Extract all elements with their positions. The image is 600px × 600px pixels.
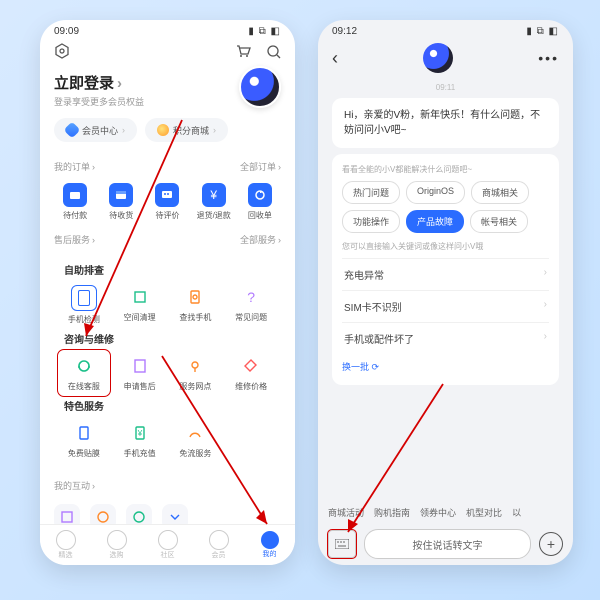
topic-chip[interactable]: 产品故障 (406, 210, 464, 233)
special-group: 特色服务 (64, 398, 277, 413)
orders-section: 我的订单全部订单 待付款 待收货 待评价 ¥退货/退款 回收单 (40, 160, 295, 225)
bot-avatar[interactable] (423, 43, 453, 73)
phone-right: 09:12 ▮ ⧉ ◧ ‹ ••• 09:11 Hi，亲爱的V粉，新年快乐！有什… (318, 20, 573, 565)
pill-points[interactable]: 积分商城› (145, 118, 228, 142)
repair-price[interactable]: 维修价格 (225, 350, 277, 396)
list-tip: 您可以直接输入关键词或像这样问小V哦 (342, 241, 549, 252)
chat-timestamp: 09:11 (318, 83, 573, 92)
faq-item[interactable]: SIM卡不识别 (342, 290, 549, 322)
orders-row: 待付款 待收货 待评价 ¥退货/退款 回收单 (54, 179, 281, 225)
more-icon[interactable]: ••• (538, 50, 559, 66)
greeting-bubble: Hi，亲爱的V粉，新年快乐！有什么问题，不妨问问小V吧~ (332, 98, 559, 148)
chat-header: ‹ ••• (318, 39, 573, 79)
back-icon[interactable]: ‹ (332, 48, 338, 69)
topic-chip[interactable]: 热门问题 (342, 181, 400, 204)
after-section: 售后服务全部服务 自助排查 手机检测 空间清理 查找手机 ?常见问题 咨询与维修… (40, 233, 295, 471)
status-bar: 09:12 ▮ ⧉ ◧ (318, 20, 573, 39)
chip-row: 热门问题 OriginOS 商城相关功能操作产品故障帐号相关 (342, 181, 549, 233)
status-time: 09:12 (332, 26, 357, 37)
orders-more[interactable]: 全部订单 (240, 160, 281, 173)
add-icon[interactable]: + (539, 532, 563, 556)
tab-mine[interactable]: 我的 (244, 525, 295, 565)
after-panel: 自助排查 手机检测 空间清理 查找手机 ?常见问题 咨询与维修 在线客服 申请售… (54, 252, 281, 471)
order-pay[interactable]: 待付款 (54, 179, 96, 225)
scan-icon[interactable] (265, 46, 281, 63)
settings-icon[interactable] (54, 43, 70, 64)
topic-chip[interactable]: 商城相关 (471, 181, 529, 204)
quick-chip[interactable]: 购机指南 (374, 506, 410, 519)
topic-chip[interactable]: 功能操作 (342, 210, 400, 233)
tab-bar: 精选 选购 社区 会员 我的 (40, 524, 295, 565)
order-ship[interactable]: 待收货 (100, 179, 142, 225)
tab-shop[interactable]: 选购 (91, 525, 142, 565)
repair-group: 咨询与维修 (64, 331, 277, 346)
order-recycle[interactable]: 回收单 (239, 179, 281, 225)
quick-chip[interactable]: 以 (512, 506, 521, 519)
status-bar: 09:09 ▮ ⧉ ◧ (40, 20, 295, 39)
quick-chip[interactable]: 机型对比 (466, 506, 502, 519)
svg-text:¥: ¥ (136, 429, 142, 438)
card-tip: 看看全能的小V都能解决什么问题吧~ (342, 164, 549, 175)
login-block[interactable]: 立即登录 登录享受更多会员权益 (40, 72, 295, 108)
order-review[interactable]: 待评价 (146, 179, 188, 225)
self-find[interactable]: 查找手机 (170, 281, 222, 329)
self-detect[interactable]: 手机检测 (58, 281, 110, 329)
tab-featured[interactable]: 精选 (40, 525, 91, 565)
status-time: 09:09 (54, 26, 79, 37)
after-heading: 售后服务全部服务 (54, 233, 281, 246)
avatar[interactable] (239, 66, 281, 108)
quick-chip[interactable]: 商城活动 (328, 506, 364, 519)
voice-input[interactable]: 按住说话转文字 (364, 529, 531, 559)
interact-heading: 我的互动 (54, 479, 281, 492)
after-more[interactable]: 全部服务 (240, 233, 281, 246)
member-icon (64, 122, 81, 139)
quick-chip[interactable]: 领券中心 (420, 506, 456, 519)
input-bar: 按住说话转文字 + (318, 529, 573, 559)
order-return[interactable]: ¥退货/退款 (193, 179, 235, 225)
self-group: 自助排查 (64, 262, 277, 277)
self-faq[interactable]: ?常见问题 (225, 281, 277, 329)
online-service[interactable]: 在线客服 (58, 350, 110, 396)
keyboard-icon[interactable] (328, 530, 356, 558)
orders-heading: 我的订单全部订单 (54, 160, 281, 173)
sp-recharge[interactable]: ¥手机充值 (114, 417, 166, 463)
apply-after[interactable]: 申请售后 (114, 350, 166, 396)
status-right: ▮ ⧉ ◧ (526, 26, 559, 37)
pill-member[interactable]: 会员中心› (54, 118, 137, 142)
sp-data[interactable]: 免流服务 (170, 417, 222, 463)
points-icon (157, 124, 169, 136)
cart-icon[interactable] (235, 46, 251, 63)
status-right: ▮ ⧉ ◧ (248, 26, 281, 37)
sp-film[interactable]: 免费贴膜 (58, 417, 110, 463)
bottom-chips: 商城活动购机指南领券中心机型对比以 (318, 506, 573, 519)
tab-member[interactable]: 会员 (193, 525, 244, 565)
topic-chip[interactable]: OriginOS (406, 181, 465, 204)
topic-card: 看看全能的小V都能解决什么问题吧~ 热门问题 OriginOS 商城相关功能操作产品… (332, 154, 559, 385)
refresh-link[interactable]: 换一批 (342, 360, 549, 373)
tab-community[interactable]: 社区 (142, 525, 193, 565)
faq-item[interactable]: 手机或配件坏了 (342, 322, 549, 354)
service-point[interactable]: 服务网点 (170, 350, 222, 396)
self-clean[interactable]: 空间清理 (114, 281, 166, 329)
phone-left: 09:09 ▮ ⧉ ◧ 立即登录 登录享受更多会员权益 会员中心› 积分商城› … (40, 20, 295, 565)
shortcut-pills: 会员中心› 积分商城› (40, 108, 295, 152)
interact-section: 我的互动 (40, 479, 295, 492)
faq-item[interactable]: 充电异常 (342, 258, 549, 290)
topic-chip[interactable]: 帐号相关 (470, 210, 528, 233)
